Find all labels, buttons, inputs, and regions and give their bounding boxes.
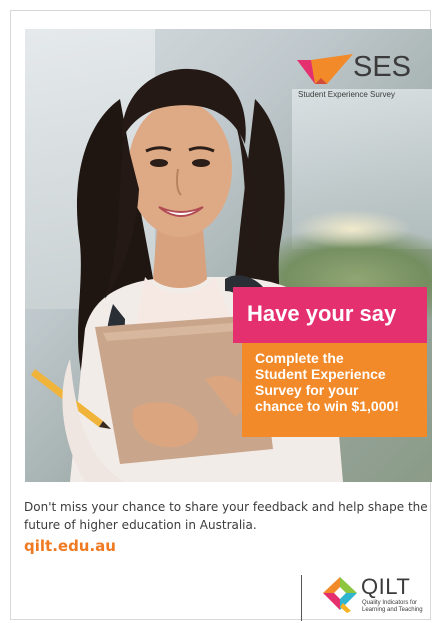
qilt-website-link[interactable]: qilt.edu.au [24,537,116,555]
qilt-subtitle: Quality Indicators for Learning and Teac… [362,600,423,614]
offer-line: Student Experience [255,366,386,382]
qilt-diamond-icon [323,577,357,613]
ses-wordmark: SES [353,51,412,83]
have-your-say-banner: Have your say [233,287,427,343]
offer-line: Complete the [255,350,344,366]
offer-box: Complete the Student Experience Survey f… [242,343,427,437]
ses-chevron-icon [297,54,353,84]
qilt-logo: QILT Quality Indicators for Learning and… [323,574,427,621]
body-message: Don't miss your chance to share your fee… [24,500,428,532]
qilt-wordmark: QILT [361,574,411,599]
offer-line: Survey for your [255,382,359,398]
ses-logo: SES Student Experience Survey [297,51,417,102]
qilt-subtitle-line: Learning and Teaching [362,607,423,613]
offer-line: chance to win $1,000! [255,398,399,414]
qilt-subtitle-line: Quality Indicators for [362,600,418,606]
ses-subtitle: Student Experience Survey [298,90,395,99]
footer-divider [301,575,302,621]
